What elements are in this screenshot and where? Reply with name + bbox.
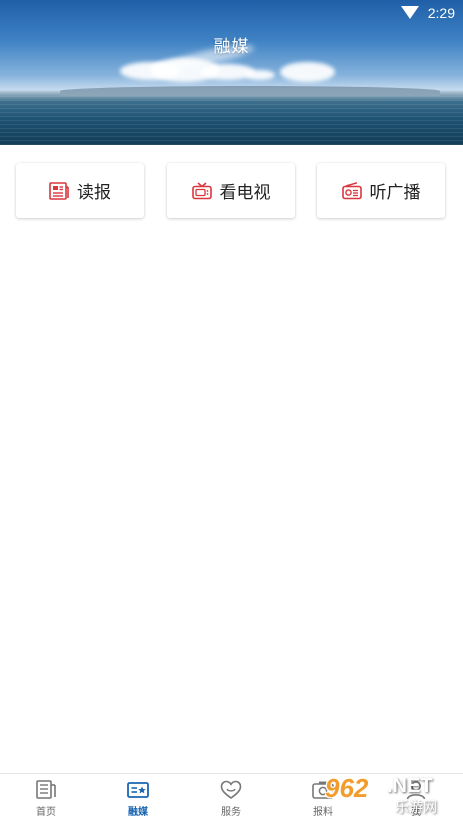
listen-radio-card[interactable]: 听广播 — [317, 163, 445, 218]
home-icon — [36, 780, 56, 799]
watch-tv-card[interactable]: 看电视 — [167, 163, 295, 218]
watermark-suffix: .NET — [387, 775, 433, 797]
status-bar: 2:29 — [0, 0, 463, 26]
nav-label: 服务 — [221, 807, 241, 818]
card-label: 看电视 — [219, 183, 271, 202]
watermark-number: 962 — [325, 773, 369, 803]
media-icon — [127, 782, 149, 798]
tv-icon — [191, 181, 212, 199]
card-label: 读报 — [77, 183, 111, 202]
heart-icon — [220, 780, 242, 799]
nav-label: 首页 — [36, 807, 56, 818]
nav-item-media[interactable]: 融媒 — [92, 780, 184, 818]
status-time: 2:29 — [427, 5, 455, 21]
watermark-site: 乐游网 — [395, 799, 437, 815]
nav-item-service[interactable]: 服务 — [185, 780, 277, 818]
nav-item-home[interactable]: 首页 — [0, 780, 92, 818]
read-newspaper-card[interactable]: 读报 — [16, 163, 144, 218]
card-label: 听广播 — [369, 183, 421, 202]
header-banner: 2:29 融媒 — [0, 0, 463, 145]
radio-icon — [341, 181, 362, 199]
page-title: 融媒 — [213, 37, 250, 56]
site-watermark: 962 .NET 乐游网 — [317, 773, 455, 817]
nav-label: 融媒 — [128, 807, 148, 818]
newspaper-icon — [49, 181, 69, 200]
wifi-icon — [401, 6, 419, 19]
media-cards: 读报 看电视 听广播 — [16, 163, 447, 218]
